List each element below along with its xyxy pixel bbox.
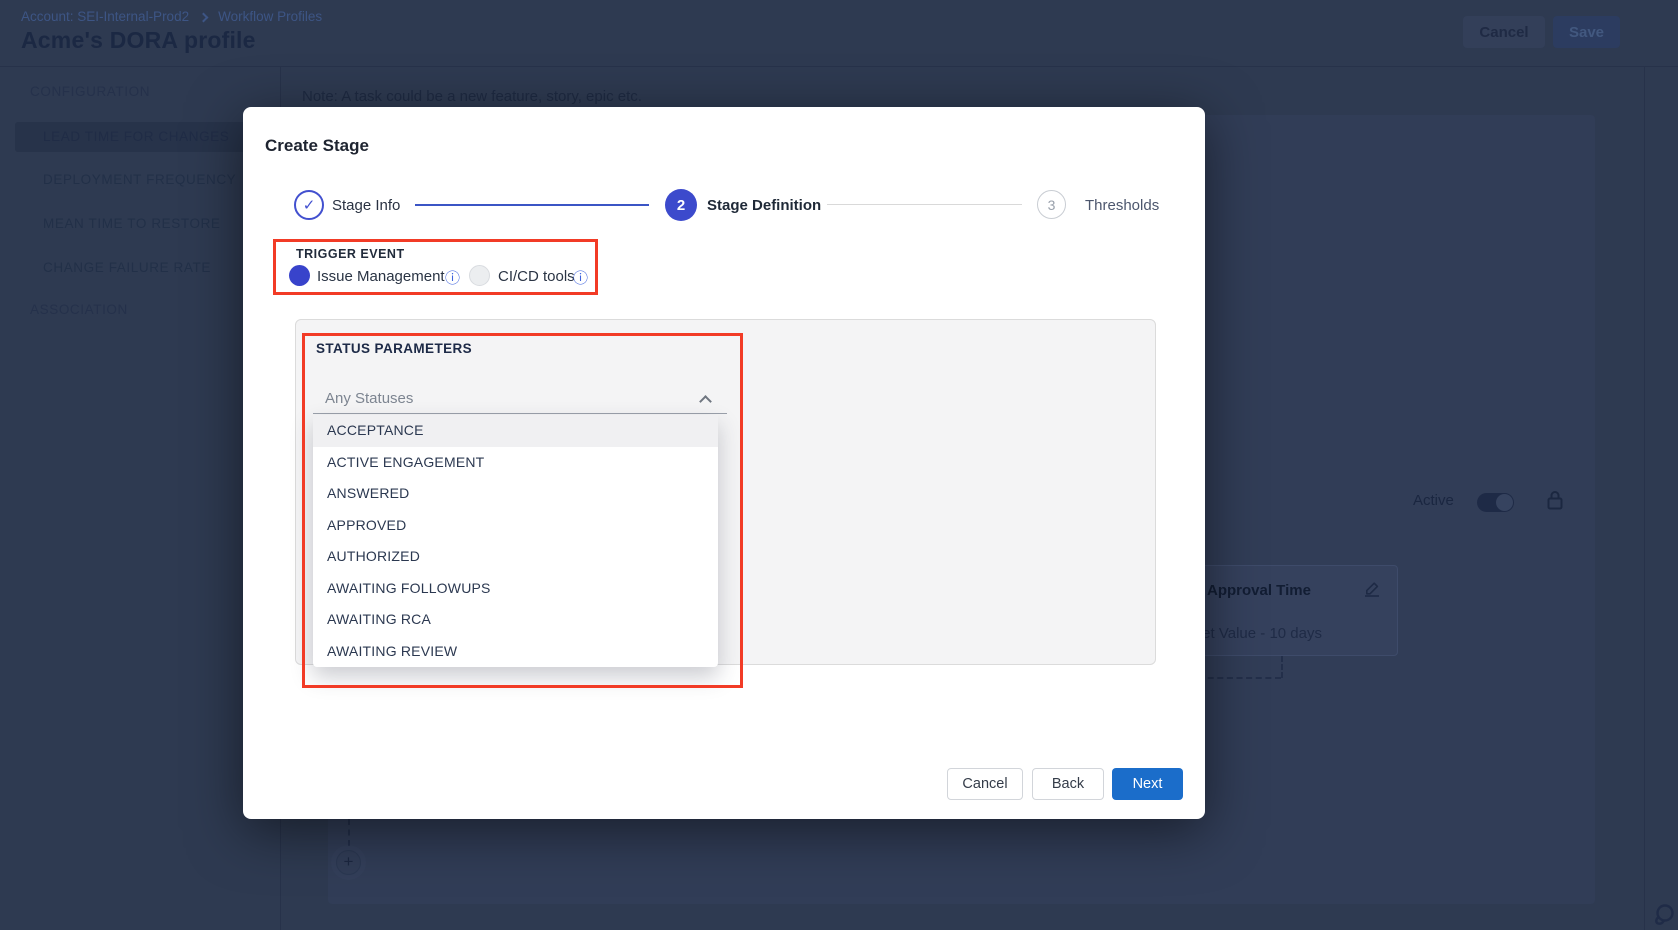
status-option[interactable]: APPROVED <box>313 510 718 542</box>
step-thresholds-label: Thresholds <box>1085 197 1159 214</box>
add-stage-button: + <box>336 850 361 875</box>
breadcrumb-workflow-profiles: Workflow Profiles <box>218 9 322 24</box>
step-3-number: 3 <box>1048 197 1056 213</box>
status-option[interactable]: AWAITING RCA <box>313 604 718 636</box>
toggle-knob <box>1496 494 1513 511</box>
step-stage-definition-label: Stage Definition <box>707 197 821 214</box>
step-stage-definition-circle[interactable]: 2 <box>665 189 697 221</box>
breadcrumb: Account: SEI-Internal-Prod2 Workflow Pro… <box>21 9 322 24</box>
modal-title: Create Stage <box>265 136 369 156</box>
status-option[interactable]: ACCEPTANCE <box>313 415 718 447</box>
connector-dashed-vertical <box>1281 656 1283 678</box>
app-screen: Account: SEI-Internal-Prod2 Workflow Pro… <box>0 0 1678 930</box>
check-icon: ✓ <box>303 196 316 214</box>
page-cancel-button: Cancel <box>1463 16 1545 48</box>
page-save-button: Save <box>1553 16 1620 48</box>
step-thresholds-circle[interactable]: 3 <box>1037 190 1066 219</box>
info-icon[interactable]: ⓘ <box>573 267 588 288</box>
note-text: Note: A task could be a new feature, sto… <box>302 88 642 105</box>
approval-time-card-title: Approval Time <box>1207 582 1311 599</box>
sidebar-item-mean-time-to-restore: MEAN TIME TO RESTORE <box>43 216 221 231</box>
create-stage-modal: Create Stage ✓ Stage Info 2 Stage Defini… <box>243 107 1205 819</box>
active-toggle <box>1477 493 1514 512</box>
statuses-dropdown: ACCEPTANCE ACTIVE ENGAGEMENT ANSWERED AP… <box>313 415 718 667</box>
right-panel-divider <box>1644 67 1645 930</box>
sidebar-section-configuration: CONFIGURATION <box>30 84 150 99</box>
radio-cicd-tools-label[interactable]: CI/CD tools <box>498 268 575 285</box>
radio-cicd-tools[interactable] <box>469 265 490 286</box>
status-option[interactable]: AWAITING FOLLOWUPS <box>313 573 718 605</box>
breadcrumb-chevron-icon <box>199 12 209 22</box>
info-icon[interactable]: ⓘ <box>445 267 460 288</box>
step-stage-info-label: Stage Info <box>332 197 400 214</box>
radio-issue-management-label[interactable]: Issue Management <box>317 268 445 285</box>
status-option[interactable]: AWAITING REVIEW <box>313 636 718 668</box>
statuses-select[interactable]: Any Statuses <box>325 390 413 407</box>
breadcrumb-account: Account: SEI-Internal-Prod2 <box>21 9 189 24</box>
stepper-connector-upcoming <box>827 204 1022 205</box>
status-option[interactable]: AUTHORIZED <box>313 541 718 573</box>
sidebar-item-change-failure-rate: CHANGE FAILURE RATE <box>43 260 211 275</box>
help-chat-icon <box>1651 902 1677 930</box>
radio-issue-management[interactable] <box>289 265 310 286</box>
sidebar-item-deployment-frequency: DEPLOYMENT FREQUENCY <box>43 172 236 187</box>
step-stage-info-circle[interactable]: ✓ <box>294 190 324 220</box>
trigger-event-label: TRIGGER EVENT <box>296 247 405 261</box>
sidebar-section-association: ASSOCIATION <box>30 302 128 317</box>
modal-cancel-button[interactable]: Cancel <box>947 768 1023 800</box>
lock-icon <box>1546 490 1564 516</box>
connector-dashed-below-modal <box>348 819 350 846</box>
header-divider <box>0 66 1678 67</box>
status-parameters-label: STATUS PARAMETERS <box>316 341 472 356</box>
status-option[interactable]: ANSWERED <box>313 478 718 510</box>
edit-pencil-icon <box>1363 580 1381 603</box>
sidebar-item-lead-time-for-changes: LEAD TIME FOR CHANGES <box>43 129 229 144</box>
step-2-number: 2 <box>677 197 685 214</box>
active-toggle-label: Active <box>1413 492 1454 509</box>
modal-next-button[interactable]: Next <box>1112 768 1183 800</box>
select-underline <box>313 413 727 414</box>
status-option[interactable]: ACTIVE ENGAGEMENT <box>313 447 718 479</box>
page-title: Acme's DORA profile <box>21 27 256 54</box>
stepper-connector-complete <box>415 204 649 206</box>
modal-back-button[interactable]: Back <box>1032 768 1104 800</box>
